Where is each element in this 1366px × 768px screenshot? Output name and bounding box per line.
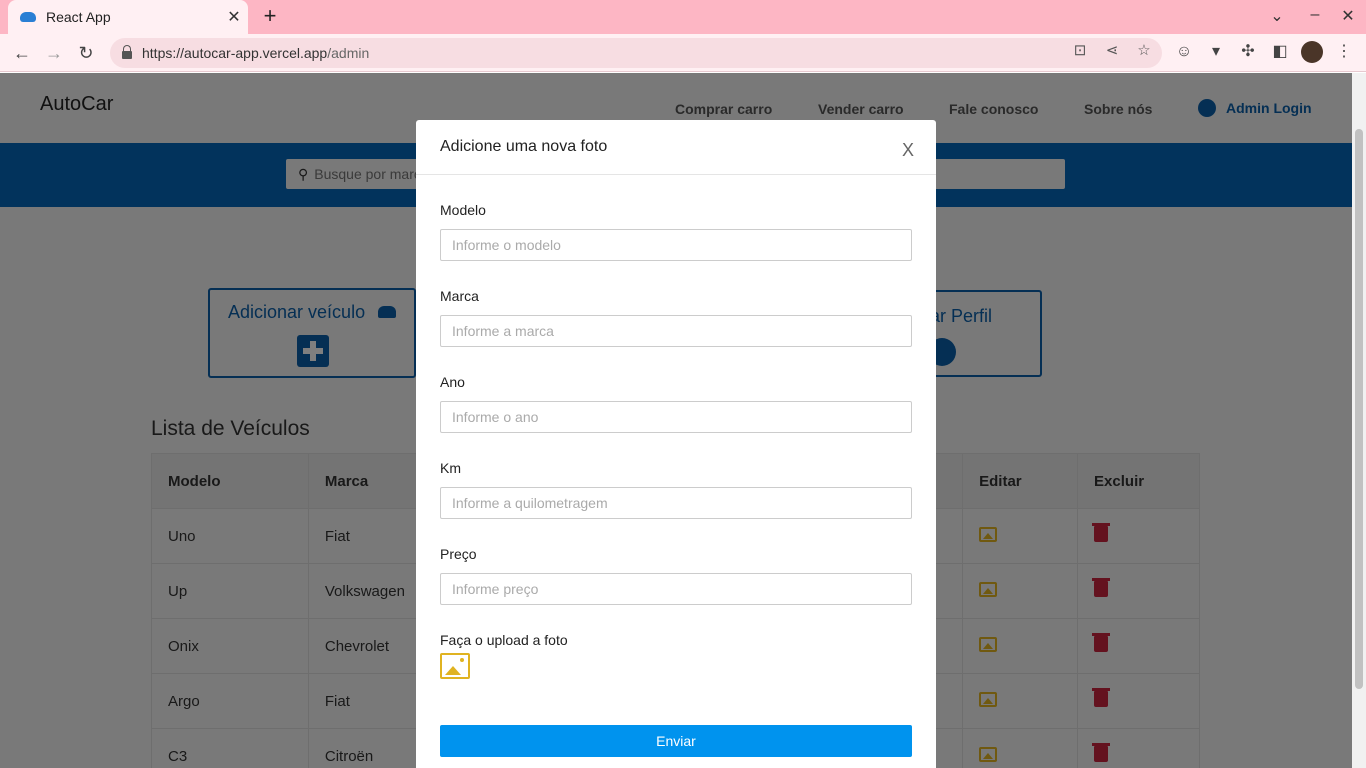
minimize-icon[interactable]: – xyxy=(1303,6,1327,24)
upload-label: Faça o upload a foto xyxy=(440,632,568,648)
marca-label: Marca xyxy=(440,288,479,304)
side-panel-icon[interactable]: ◧ xyxy=(1269,41,1291,63)
browser-tab[interactable]: React App ✕ xyxy=(8,0,248,34)
preco-field[interactable] xyxy=(440,573,912,605)
tab-title: React App xyxy=(46,9,111,25)
reload-icon[interactable]: ↻ xyxy=(74,41,98,65)
km-label: Km xyxy=(440,460,461,476)
translate-icon[interactable]: ⊡ xyxy=(1070,41,1090,59)
close-window-icon[interactable]: ✕ xyxy=(1336,6,1360,26)
modal-title: Adicione uma nova foto xyxy=(440,138,608,155)
vue-devtools-icon[interactable]: ▾ xyxy=(1205,41,1227,63)
ano-field[interactable] xyxy=(440,401,912,433)
browser-toolbar: ← → ↻ https://autocar-app.vercel.app/adm… xyxy=(0,34,1366,72)
react-favicon-icon xyxy=(20,12,36,22)
km-field[interactable] xyxy=(440,487,912,519)
profile-avatar[interactable] xyxy=(1301,41,1323,63)
browser-menu-icon[interactable]: ⋮ xyxy=(1333,41,1355,63)
url-text: https://autocar-app.vercel.app/admin xyxy=(142,45,370,61)
tab-search-icon[interactable]: ⌄ xyxy=(1265,6,1289,26)
page-scrollbar[interactable] xyxy=(1352,73,1366,768)
scrollbar-thumb[interactable] xyxy=(1355,129,1363,689)
preco-label: Preço xyxy=(440,546,477,562)
browser-tabbar: React App ✕ + ⌄ – ✕ xyxy=(0,0,1366,34)
close-tab-icon[interactable]: ✕ xyxy=(220,7,248,27)
close-icon[interactable]: X xyxy=(900,140,916,161)
submit-button[interactable]: Enviar xyxy=(440,725,912,757)
page: AutoCar Comprar carro Vender carro Fale … xyxy=(0,73,1352,768)
modelo-field[interactable] xyxy=(440,229,912,261)
bookmark-star-icon[interactable]: ☆ xyxy=(1134,41,1154,59)
back-icon[interactable]: ← xyxy=(10,41,34,65)
marca-field[interactable] xyxy=(440,315,912,347)
ano-label: Ano xyxy=(440,374,465,390)
upload-image-icon[interactable] xyxy=(440,653,470,679)
modal-header: Adicione uma nova foto X xyxy=(416,120,936,175)
extensions-puzzle-icon[interactable]: ✣ xyxy=(1237,41,1259,63)
address-bar[interactable]: https://autocar-app.vercel.app/admin xyxy=(110,38,1162,68)
share-icon[interactable]: ⋖ xyxy=(1102,41,1122,59)
modelo-label: Modelo xyxy=(440,202,486,218)
extension-face-icon[interactable]: ☺ xyxy=(1173,41,1195,63)
lock-icon xyxy=(122,45,132,59)
forward-icon[interactable]: → xyxy=(42,41,66,65)
new-tab-icon[interactable]: + xyxy=(258,5,282,29)
add-photo-modal: Adicione uma nova foto X Modelo Marca An… xyxy=(416,120,936,768)
